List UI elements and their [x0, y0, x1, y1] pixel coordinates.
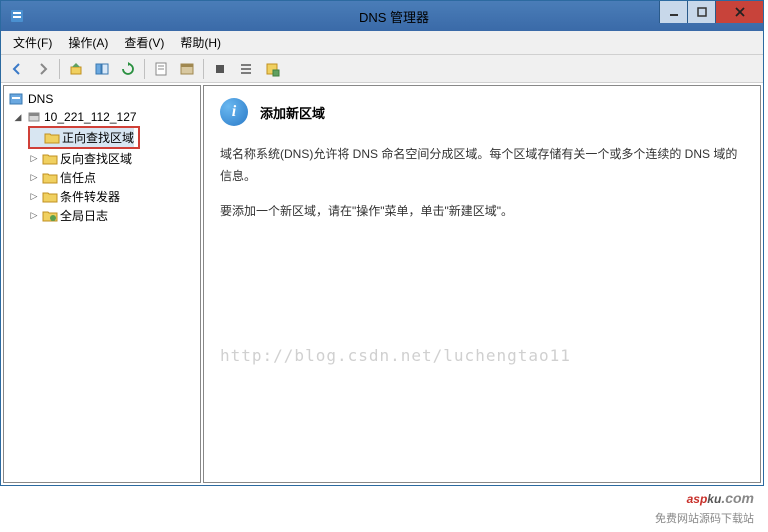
tree-forward-lookup[interactable]: 正向查找区域: [30, 128, 134, 147]
tree-label: 信任点: [60, 169, 96, 186]
close-button[interactable]: [715, 1, 763, 23]
refresh-button[interactable]: [116, 57, 140, 81]
tree-panel[interactable]: DNS ◢ 10_221_112_127 正向查找区域 ▷ 反向查找区域: [3, 85, 201, 483]
expand-icon[interactable]: ▷: [28, 172, 40, 184]
forward-button[interactable]: [31, 57, 55, 81]
brand-asp: asp: [687, 492, 708, 506]
filter-button[interactable]: [175, 57, 199, 81]
title-bar[interactable]: DNS 管理器: [1, 1, 763, 31]
server-icon: [26, 109, 42, 125]
folder-icon: [44, 131, 60, 145]
folder-icon: [42, 171, 58, 185]
brand-logo: aspku.com: [655, 478, 754, 510]
menu-file[interactable]: 文件(F): [7, 32, 58, 53]
brand-subtitle: 免费网站源码下载站: [655, 510, 754, 526]
tree-label: 正向查找区域: [62, 129, 134, 146]
folder-icon: [42, 190, 58, 204]
dns-icon: [8, 91, 24, 107]
tree-global-logs[interactable]: ▷ 全局日志: [8, 206, 196, 225]
tree-server-node[interactable]: ◢ 10_221_112_127: [8, 108, 196, 126]
toolbar-separator: [144, 59, 145, 79]
up-button[interactable]: [64, 57, 88, 81]
menu-bar: 文件(F) 操作(A) 查看(V) 帮助(H): [1, 31, 763, 55]
tree-label: DNS: [28, 92, 53, 106]
dns-manager-window: DNS 管理器 文件(F) 操作(A) 查看(V) 帮助(H) DNS: [0, 0, 764, 486]
highlighted-selection: 正向查找区域: [28, 126, 140, 149]
expand-placeholder: [30, 132, 42, 144]
detail-panel: i 添加新区域 域名称系统(DNS)允许将 DNS 命名空间分成区域。每个区域存…: [203, 85, 761, 483]
collapse-icon[interactable]: ◢: [12, 111, 24, 123]
tree-root-dns[interactable]: DNS: [8, 90, 196, 108]
minimize-button[interactable]: [659, 1, 687, 23]
list-button[interactable]: [234, 57, 258, 81]
menu-action[interactable]: 操作(A): [62, 32, 114, 53]
menu-help[interactable]: 帮助(H): [174, 32, 227, 53]
folder-icon: [42, 152, 58, 166]
tree-conditional-forwarders[interactable]: ▷ 条件转发器: [8, 187, 196, 206]
menu-view[interactable]: 查看(V): [118, 32, 170, 53]
brand-com: .com: [721, 490, 754, 506]
app-icon: [9, 8, 25, 24]
tree-reverse-lookup[interactable]: ▷ 反向查找区域: [8, 149, 196, 168]
info-icon: i: [220, 98, 248, 126]
window-controls: [659, 1, 763, 23]
maximize-button[interactable]: [687, 1, 715, 23]
brand-ku: ku: [707, 492, 721, 506]
show-hide-tree-button[interactable]: [90, 57, 114, 81]
detail-paragraph: 要添加一个新区域，请在"操作"菜单，单击"新建区域"。: [220, 201, 744, 223]
toolbar: [1, 55, 763, 83]
detail-header: i 添加新区域: [220, 98, 744, 126]
back-button[interactable]: [5, 57, 29, 81]
detail-paragraph: 域名称系统(DNS)允许将 DNS 命名空间分成区域。每个区域存储有关一个或多个…: [220, 144, 744, 187]
properties-button[interactable]: [149, 57, 173, 81]
tree-trust-points[interactable]: ▷ 信任点: [8, 168, 196, 187]
expand-icon[interactable]: ▷: [28, 210, 40, 222]
content-area: DNS ◢ 10_221_112_127 正向查找区域 ▷ 反向查找区域: [1, 83, 763, 485]
details-button[interactable]: [260, 57, 284, 81]
expand-icon[interactable]: ▷: [28, 191, 40, 203]
watermark-text: http://blog.csdn.net/luchengtao11: [220, 346, 571, 365]
folder-icon: [42, 209, 58, 223]
toolbar-separator: [203, 59, 204, 79]
tree-label: 条件转发器: [60, 188, 120, 205]
tree-label: 反向查找区域: [60, 150, 132, 167]
stop-button[interactable]: [208, 57, 232, 81]
toolbar-separator: [59, 59, 60, 79]
tree-label: 10_221_112_127: [44, 110, 137, 124]
brand-footer: aspku.com 免费网站源码下载站: [655, 478, 754, 526]
detail-title: 添加新区域: [260, 103, 325, 122]
tree-label: 全局日志: [60, 207, 108, 224]
expand-icon[interactable]: ▷: [28, 153, 40, 165]
window-title: DNS 管理器: [25, 7, 763, 26]
